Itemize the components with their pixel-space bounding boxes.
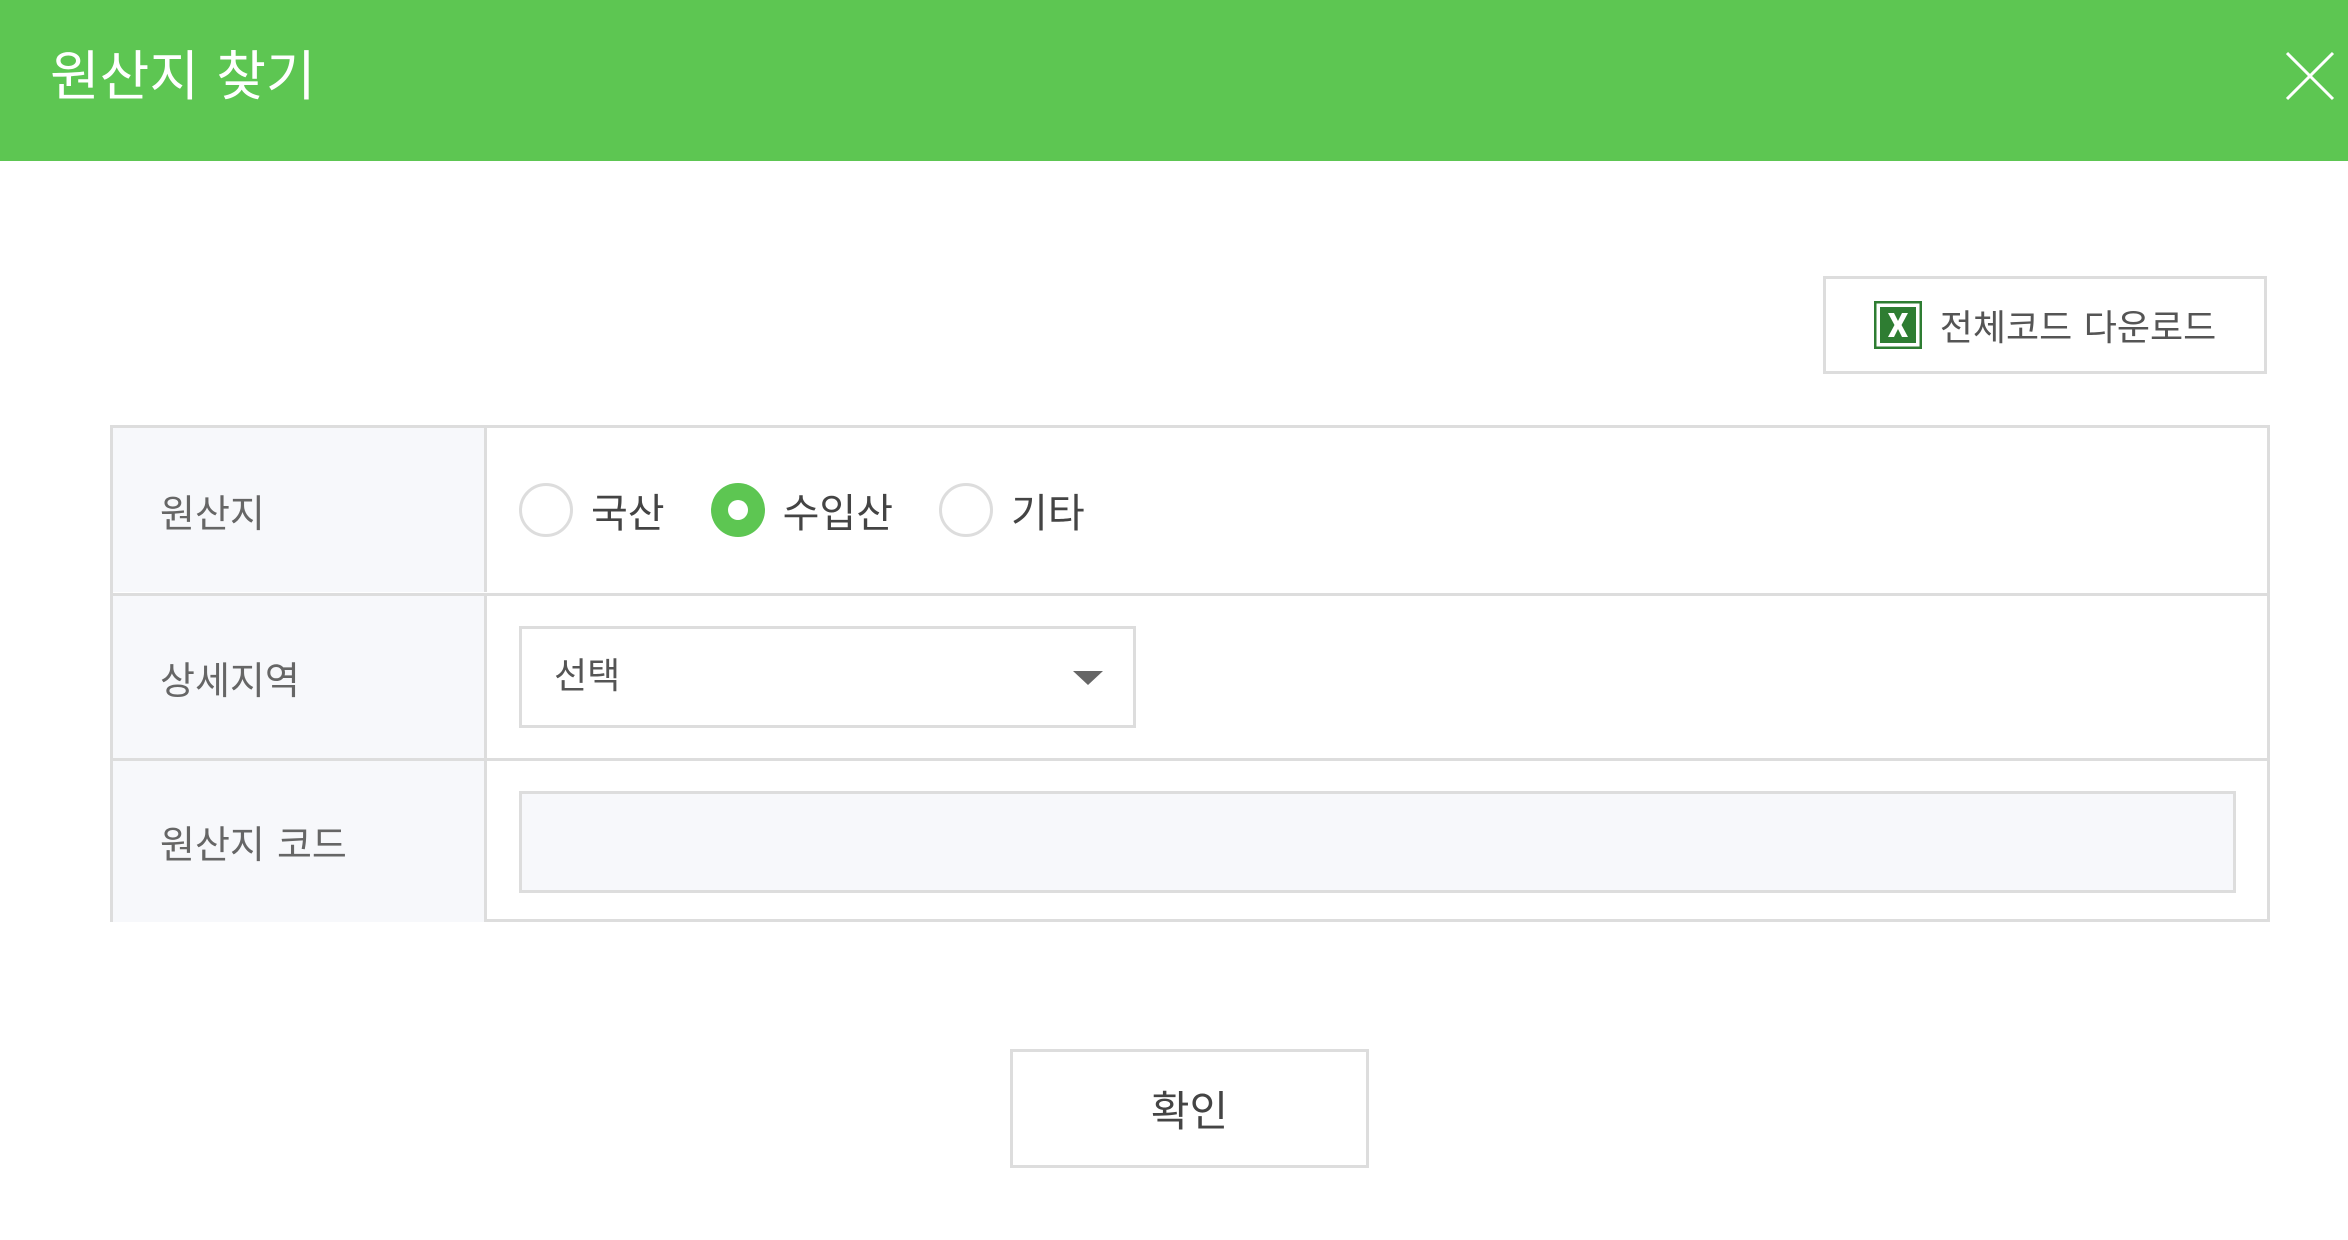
- origin-options: 국산 수입산 기타: [490, 428, 2267, 592]
- region-value: 선택: [490, 596, 2267, 758]
- region-select[interactable]: 선택: [519, 626, 1136, 728]
- origin-code-input[interactable]: [519, 791, 2236, 893]
- region-row: 상세지역 선택: [113, 593, 2267, 758]
- radio-label: 국산: [591, 491, 665, 537]
- radio-button[interactable]: [939, 483, 994, 537]
- excel-icon: [1873, 301, 1922, 349]
- origin-row: 원산지 국산 수입산 기타: [113, 428, 2267, 592]
- radio-button[interactable]: [519, 483, 573, 537]
- origin-search-dialog: 원산지 찾기 전체코드 다운로드 원산지 국산 수입산 기타 상세지역 선택 원…: [0, 0, 2348, 1240]
- chevron-down-icon: [1073, 671, 1103, 685]
- region-select-value: 선택: [554, 656, 621, 697]
- code-row: 원산지 코드: [113, 758, 2267, 922]
- dialog-title: 원산지 찾기: [50, 45, 316, 108]
- search-form: 원산지 국산 수입산 기타 상세지역 선택 원산지 코드: [110, 425, 2270, 922]
- radio-other[interactable]: 기타: [939, 481, 1085, 539]
- download-all-codes-button[interactable]: 전체코드 다운로드: [1823, 276, 2267, 374]
- origin-radio-group: 국산 수입산 기타: [519, 428, 1131, 592]
- confirm-button[interactable]: 확인: [1010, 1049, 1369, 1168]
- radio-button-checked[interactable]: [710, 483, 765, 537]
- origin-label: 원산지: [113, 428, 487, 592]
- radio-domestic[interactable]: 국산: [519, 481, 665, 539]
- close-icon: [2285, 51, 2335, 101]
- download-label: 전체코드 다운로드: [1939, 308, 2217, 349]
- region-label: 상세지역: [113, 596, 487, 758]
- radio-label: 수입산: [782, 491, 894, 537]
- dialog-header: 원산지 찾기: [0, 0, 2348, 161]
- code-label: 원산지 코드: [113, 761, 487, 922]
- close-button[interactable]: [2284, 50, 2336, 102]
- radio-imported[interactable]: 수입산: [710, 481, 894, 539]
- radio-label: 기타: [1011, 491, 1085, 537]
- code-value: [490, 761, 2267, 922]
